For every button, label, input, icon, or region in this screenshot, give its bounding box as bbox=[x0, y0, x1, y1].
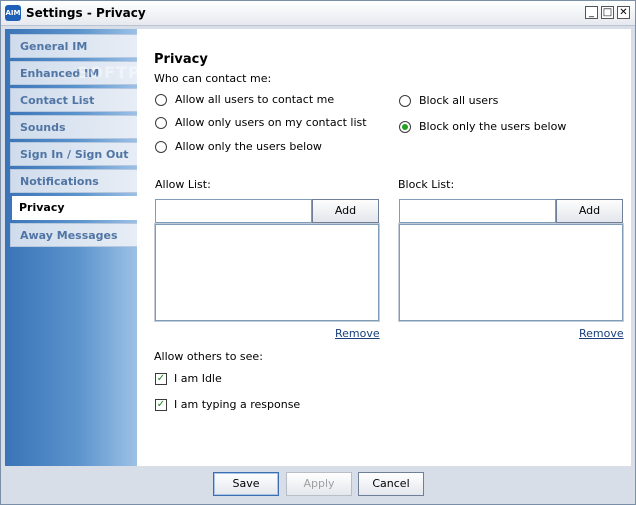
sidebar-item-general-im[interactable]: General IM bbox=[10, 34, 141, 58]
sidebar-item-privacy[interactable]: Privacy bbox=[12, 196, 143, 220]
block-list-box[interactable] bbox=[398, 223, 624, 322]
maximize-button[interactable]: □ bbox=[601, 6, 614, 19]
typing-checkbox-label[interactable]: I am typing a response bbox=[174, 398, 300, 411]
apply-button[interactable]: Apply bbox=[286, 472, 352, 496]
save-button[interactable]: Save bbox=[213, 472, 279, 496]
block-add-button[interactable]: Add bbox=[556, 199, 623, 223]
title-bar[interactable]: AIM Settings - Privacy _ □ ✕ bbox=[1, 1, 635, 26]
allow-list-box[interactable] bbox=[154, 223, 380, 322]
typing-checkbox[interactable]: ✓ bbox=[155, 399, 167, 411]
allow-remove-link[interactable]: Remove bbox=[335, 327, 380, 340]
sidebar-item-away-messages[interactable]: Away Messages bbox=[10, 223, 141, 247]
aim-app-icon: AIM bbox=[5, 5, 21, 21]
sidebar-item-notifications[interactable]: Notifications bbox=[10, 169, 141, 193]
close-button[interactable]: ✕ bbox=[617, 6, 630, 19]
radio-block-all-label[interactable]: Block all users bbox=[419, 94, 498, 107]
settings-sidebar: General IM Enhanced IM Contact List Soun… bbox=[5, 29, 143, 466]
window-title: Settings - Privacy bbox=[26, 6, 146, 20]
radio-block-below[interactable] bbox=[399, 121, 411, 133]
idle-checkbox-label[interactable]: I am Idle bbox=[174, 372, 222, 385]
sidebar-item-sounds[interactable]: Sounds bbox=[10, 115, 141, 139]
radio-block-below-label[interactable]: Block only the users below bbox=[419, 120, 566, 133]
allow-others-label: Allow others to see: bbox=[154, 350, 263, 363]
allow-list-input[interactable] bbox=[155, 199, 312, 223]
radio-allow-contact-list-label[interactable]: Allow only users on my contact list bbox=[175, 116, 367, 129]
sidebar-item-sign-in-out[interactable]: Sign In / Sign Out bbox=[10, 142, 141, 166]
radio-allow-all[interactable] bbox=[155, 94, 167, 106]
allow-list-label: Allow List: bbox=[155, 178, 211, 191]
who-can-contact-label: Who can contact me: bbox=[154, 72, 272, 85]
cancel-button[interactable]: Cancel bbox=[358, 472, 424, 496]
block-list-input[interactable] bbox=[399, 199, 556, 223]
block-list-label: Block List: bbox=[398, 178, 455, 191]
block-remove-link[interactable]: Remove bbox=[579, 327, 624, 340]
settings-window: AIM Settings - Privacy _ □ ✕ General IM … bbox=[0, 0, 636, 505]
radio-allow-below-label[interactable]: Allow only the users below bbox=[175, 140, 322, 153]
radio-allow-all-label[interactable]: Allow all users to contact me bbox=[175, 93, 334, 106]
minimize-button[interactable]: _ bbox=[585, 6, 598, 19]
radio-block-all[interactable] bbox=[399, 95, 411, 107]
idle-checkbox[interactable]: ✓ bbox=[155, 373, 167, 385]
radio-allow-contact-list[interactable] bbox=[155, 117, 167, 129]
privacy-panel: Privacy Who can contact me: Allow all us… bbox=[137, 29, 631, 466]
page-title: Privacy bbox=[154, 52, 208, 67]
radio-allow-below[interactable] bbox=[155, 141, 167, 153]
allow-add-button[interactable]: Add bbox=[312, 199, 379, 223]
sidebar-item-contact-list[interactable]: Contact List bbox=[10, 88, 141, 112]
